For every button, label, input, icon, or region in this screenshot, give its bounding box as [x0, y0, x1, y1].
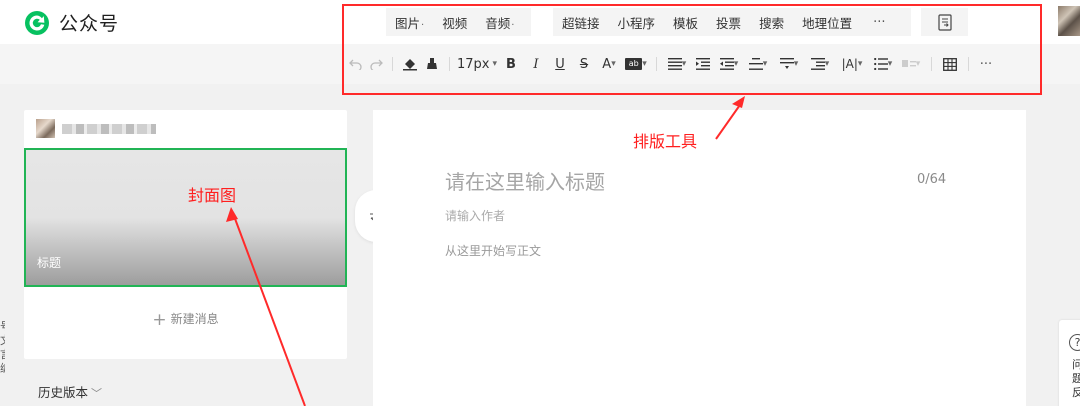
annotation-arrows: [226, 96, 745, 406]
layout-tools-arrow: [715, 101, 743, 140]
layout-tools-label: 排版工具: [633, 132, 698, 151]
cover-image-label: 封面图: [188, 186, 237, 205]
cover-image-arrow: [233, 215, 306, 406]
layout-tools-arrowhead: [732, 96, 745, 108]
